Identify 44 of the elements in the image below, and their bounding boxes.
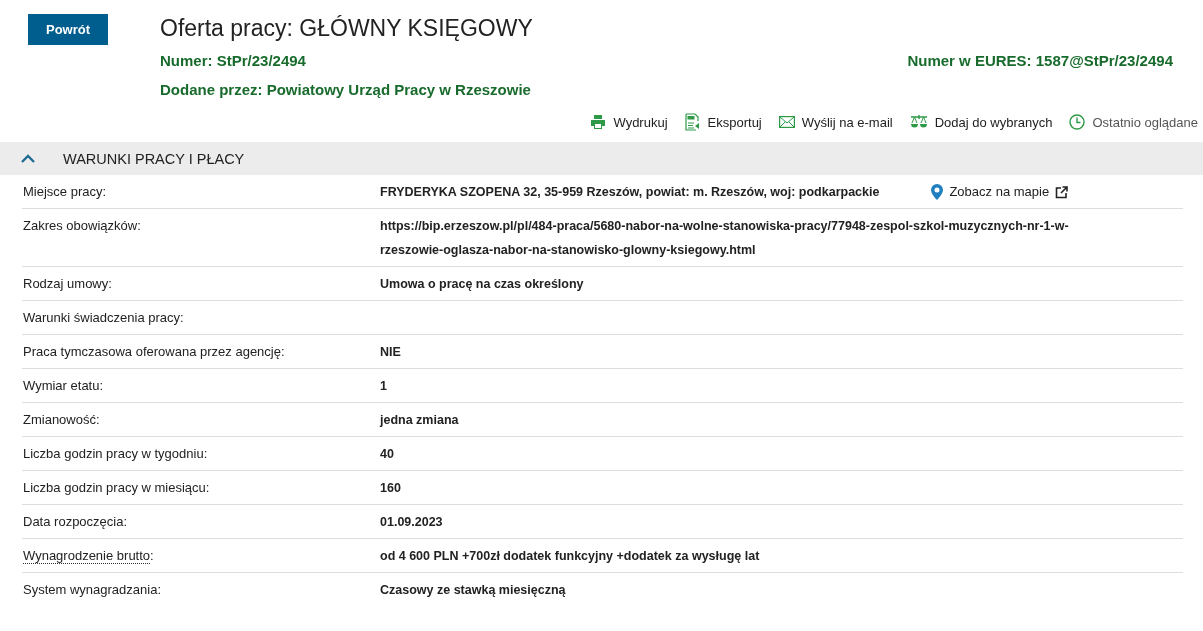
field-value: 160 [380, 480, 401, 497]
field-label: Wymiar etatu: [23, 378, 104, 393]
eures-number: Numer w EURES: 1587@StPr/23/2494 [907, 51, 1173, 71]
page-title: Oferta pracy: GŁÓWNY KSIĘGOWY [160, 14, 534, 42]
action-link[interactable]: Ostatnio oglądane [1069, 112, 1198, 132]
section-header[interactable]: WARUNKI PRACY I PŁACY [0, 142, 1203, 175]
envelope-icon [778, 116, 795, 128]
action-link[interactable]: Eksportuj [684, 112, 762, 132]
field-value: 40 [380, 446, 394, 463]
field-label: Data rozpoczęcia: [23, 514, 128, 529]
field-label: Miejsce pracy: [23, 184, 107, 199]
field-value: 1 [380, 378, 387, 395]
field-label: Praca tymczasowa oferowana przez agencję: [23, 344, 285, 359]
field-value: jedna zmiana [380, 412, 459, 429]
field-label: Rodzaj umowy: [23, 276, 112, 291]
field-value: FRYDERYKA SZOPENA 32, 35-959 Rzeszów, powiat: m. Rzeszów, woj: podkarpackie [380, 184, 880, 201]
field-label: Zakres obowiązków: [23, 218, 141, 233]
field-value: https://bip.erzeszow.pl/pl/484-praca/5680-nabor-na-wolne-stanowiska-pracy/77948-zespol-szkol-muzycznych-nr-1-w-rzeszowie-oglasza-nabor-na-stanowisko-glowny-ksiegowy.html [380, 218, 1070, 259]
clock-icon [1069, 114, 1086, 130]
field-label: System wynagradzania: [23, 582, 161, 597]
action-link[interactable]: Dodaj do wybranych [909, 112, 1053, 132]
scales-icon [909, 114, 928, 130]
field-value: NIE [380, 344, 401, 361]
action-link[interactable]: Wydrukuj [590, 112, 668, 132]
field-label: Liczba godzin pracy w miesiącu: [23, 480, 210, 495]
chevron-icon [20, 153, 36, 164]
field-value: 01.09.2023 [380, 514, 443, 531]
field-label: Liczba godzin pracy w tygodniu: [23, 446, 208, 461]
field-label: Wynagrodzenie brutto: [23, 548, 154, 564]
action-link[interactable]: Wyślij na e-mail [778, 112, 893, 132]
offer-number: Numer: StPr/23/2494 [160, 51, 306, 71]
back-button[interactable]: Powrót [28, 14, 108, 45]
section-title: WARUNKI PRACY I PŁACY [63, 150, 245, 167]
field-value: od 4 600 PLN +700zł dodatek funkcyjny +dodatek za wysługę lat [380, 548, 760, 565]
map-pin-icon [931, 184, 944, 200]
field-label: Zmianowość: [23, 412, 100, 427]
field-label: Warunki świadczenia pracy: [23, 310, 184, 325]
field-value: Czasowy ze stawką miesięczną [380, 582, 566, 599]
pdf-file-icon [684, 113, 701, 131]
map-link[interactable]: Zobacz na mapie [931, 180, 1069, 204]
printer-icon [590, 114, 607, 130]
field-value: Umowa o pracę na czas określony [380, 276, 584, 293]
external-link-icon [1055, 185, 1069, 199]
added-by: Dodane przez: Powiatowy Urząd Pracy w Rzeszowie [160, 80, 531, 100]
